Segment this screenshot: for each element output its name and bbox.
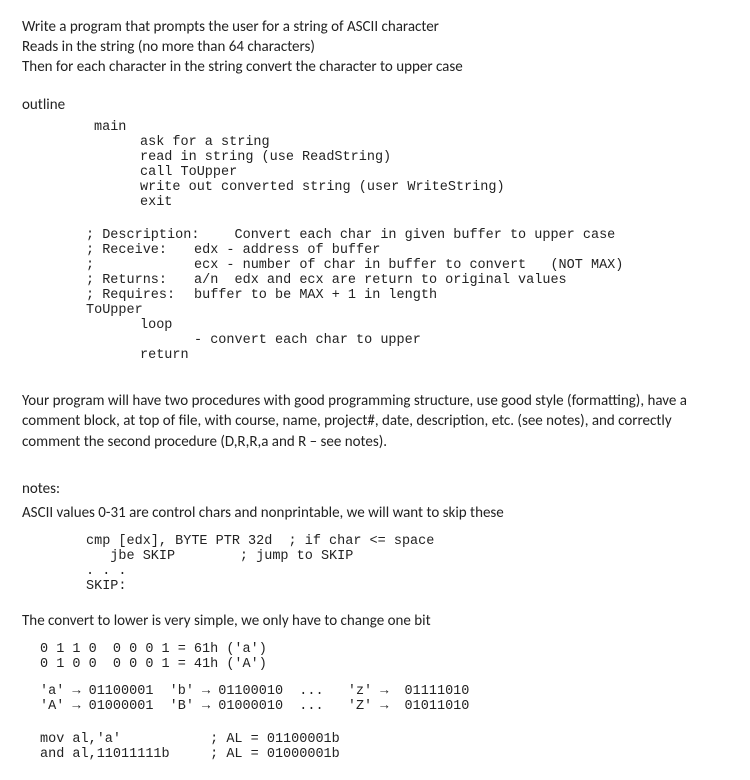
code-line-2: . . .	[86, 564, 728, 579]
requires-text: buffer to be MAX + 1 in length	[194, 288, 437, 303]
main-step-3: write out converted string (user WriteSt…	[22, 180, 728, 195]
loop-label: loop	[86, 318, 728, 333]
mov-block: mov al,'a' ; AL = 01100001b and al,11011…	[22, 732, 728, 762]
desc-text: Convert each char in given buffer to upp…	[194, 228, 615, 243]
main-label: main	[22, 120, 728, 135]
description-block: ; Description: Convert each char in give…	[22, 228, 728, 363]
mov-line-1: and al,11011111b ; AL = 01000001b	[40, 747, 728, 762]
code-line-0: cmp [edx], BYTE PTR 32d ; if char <= spa…	[86, 534, 728, 549]
return-label: return	[86, 348, 728, 363]
proc-name: ToUpper	[86, 303, 728, 318]
receive-text1: edx - address of buffer	[194, 243, 380, 258]
convert-line: The convert to lower is very simple, we …	[22, 612, 728, 630]
code-line-1: jbe SKIP ; jump to SKIP	[86, 549, 728, 564]
semi: ;	[86, 258, 194, 273]
arrow-line-0: 'a' → 01100001 'b' → 01100010 ... 'z' → …	[40, 684, 728, 699]
requires-label: ; Requires:	[86, 288, 194, 303]
loop-body: - convert each char to upper	[86, 333, 728, 348]
arrow-block: 'a' → 01100001 'b' → 01100010 ... 'z' → …	[22, 684, 728, 714]
code-line-3: SKIP:	[86, 579, 728, 594]
receive-label: ; Receive:	[86, 243, 194, 258]
main-step-4: exit	[22, 195, 728, 210]
main-step-2: call ToUpper	[22, 165, 728, 180]
notes-code-block: cmp [edx], BYTE PTR 32d ; if char <= spa…	[22, 534, 728, 594]
intro-line-3: Then for each character in the string co…	[22, 58, 728, 76]
intro-line-2: Reads in the string (no more than 64 cha…	[22, 38, 728, 56]
notes-heading: notes:	[22, 480, 728, 498]
receive-text2: ecx - number of char in buffer to conver…	[194, 258, 623, 273]
notes-line-1: ASCII values 0-31 are control chars and …	[22, 504, 728, 522]
desc-label: ; Description:	[86, 228, 194, 243]
requirements-paragraph: Your program will have two procedures wi…	[22, 391, 728, 452]
returns-label: ; Returns:	[86, 273, 194, 288]
intro-line-1: Write a program that prompts the user fo…	[22, 18, 728, 36]
main-step-1: read in string (use ReadString)	[22, 150, 728, 165]
outline-heading: outline	[22, 96, 728, 114]
bit-line-1: 0 1 0 0 0 0 0 1 = 41h ('A')	[40, 657, 728, 672]
bit-pattern-block: 0 1 1 0 0 0 0 1 = 61h ('a') 0 1 0 0 0 0 …	[22, 642, 728, 672]
arrow-line-1: 'A' → 01000001 'B' → 01000010 ... 'Z' → …	[40, 699, 728, 714]
mov-line-0: mov al,'a' ; AL = 01100001b	[40, 732, 728, 747]
main-step-0: ask for a string	[22, 135, 728, 150]
bit-line-0: 0 1 1 0 0 0 0 1 = 61h ('a')	[40, 642, 728, 657]
returns-text: a/n edx and ecx are return to original v…	[194, 273, 567, 288]
